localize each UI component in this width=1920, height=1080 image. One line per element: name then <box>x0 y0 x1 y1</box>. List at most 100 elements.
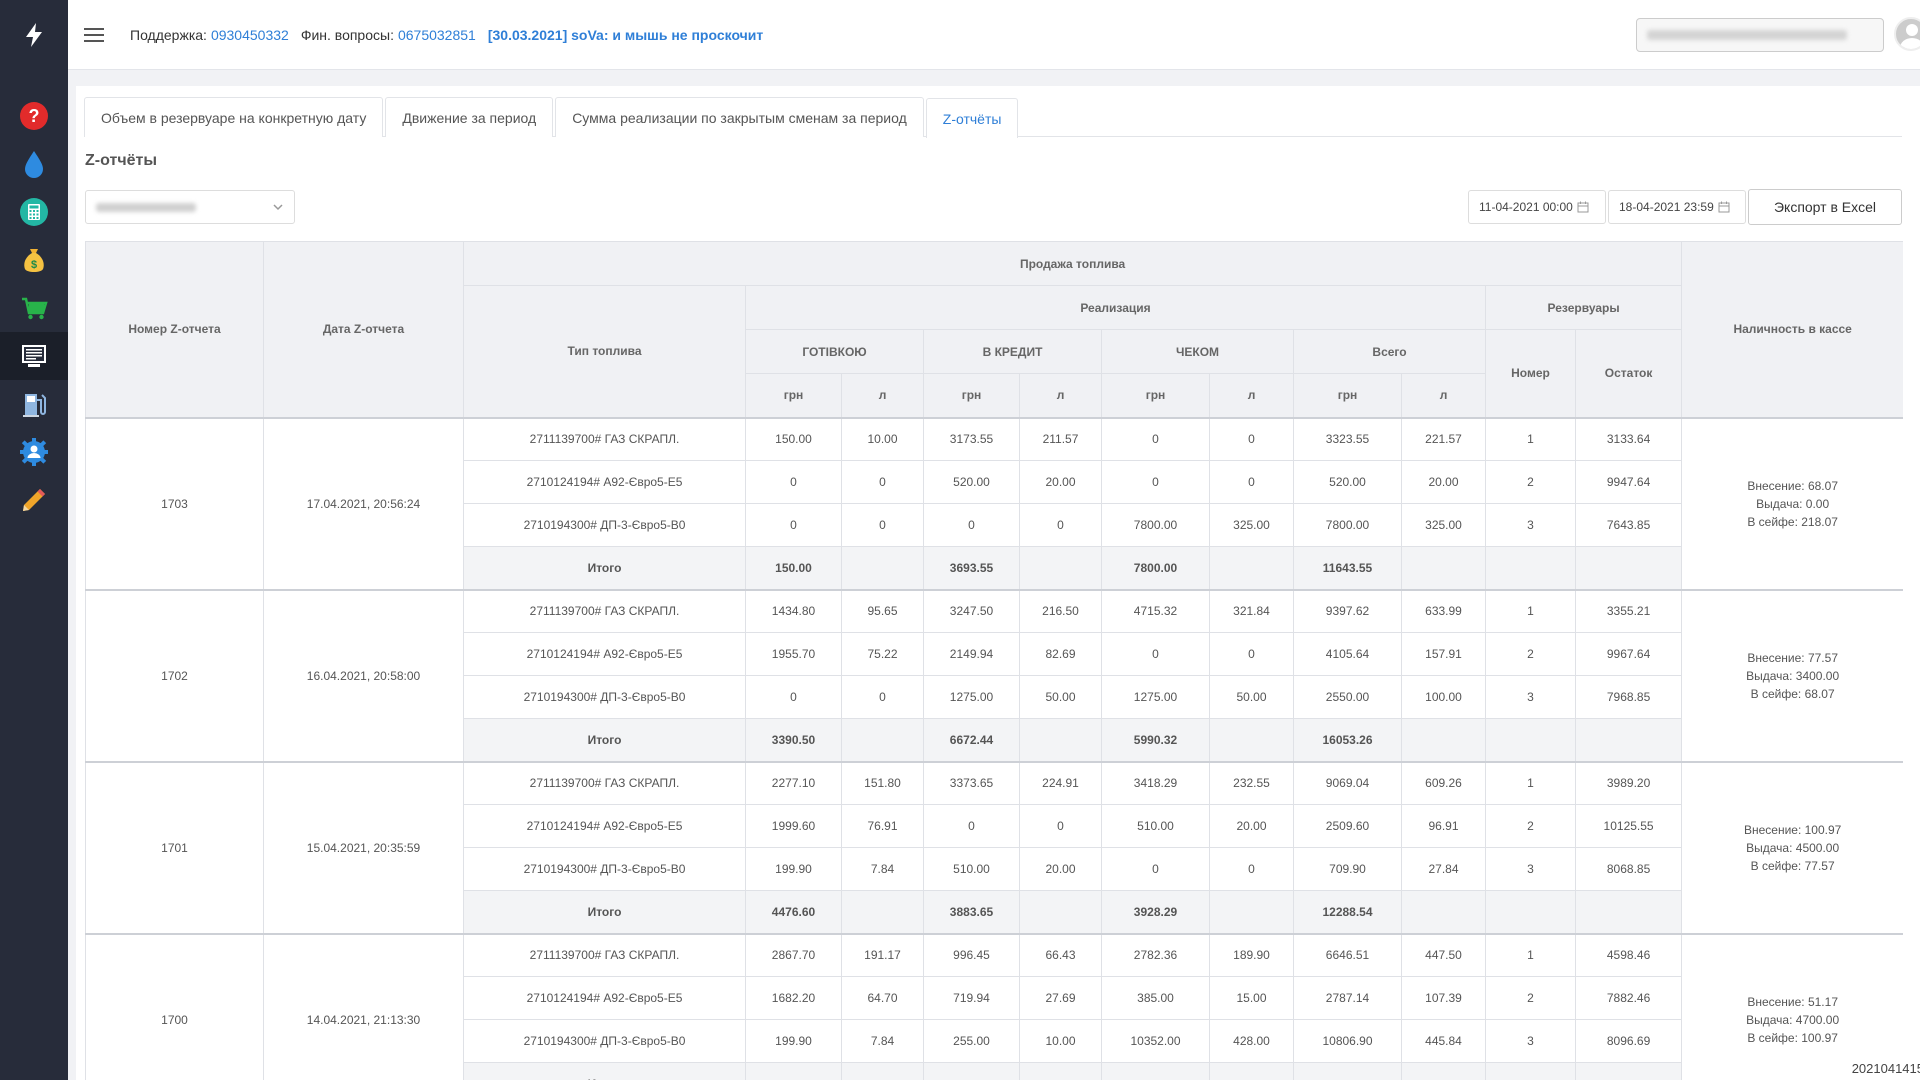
value-cell: 7.84 <box>841 1019 924 1063</box>
sidebar-item-calculator[interactable] <box>0 188 68 236</box>
value-cell: 50.00 <box>1209 675 1294 719</box>
user-settings-icon <box>20 438 48 466</box>
date-to-input[interactable]: 18-04-2021 23:59 <box>1608 190 1746 224</box>
total-value-cell <box>1209 718 1294 762</box>
table-row: 1700 14.04.2021, 21:13:30 2711139700# ГАЗ … <box>85 932 1903 1080</box>
header-total-liters: л <box>1401 373 1486 418</box>
fuel-type-cell: 2711139700# ГАЗ СКРАПЛ. <box>463 760 746 805</box>
tab-sales-sum[interactable]: Сумма реализации по закрытым сменам за п… <box>555 97 924 137</box>
station-select[interactable] <box>85 190 295 224</box>
support-phone-link[interactable]: 0930450332 <box>211 27 289 43</box>
drop-icon <box>25 151 43 178</box>
header-z-number[interactable]: Номер Z-отчета <box>85 241 264 418</box>
value-cell: 10.00 <box>841 416 924 461</box>
header-credit-uah: грн <box>923 373 1020 418</box>
svg-text:?: ? <box>29 106 40 126</box>
total-value-cell: 11643.55 <box>1293 546 1402 590</box>
cash-box-line: Внесение: 68.07 <box>1747 478 1838 493</box>
total-value-cell: 5990.32 <box>1101 718 1210 762</box>
menu-toggle-icon[interactable] <box>84 23 108 47</box>
sidebar-item-help[interactable]: ? <box>0 92 68 140</box>
value-cell: 7.84 <box>841 847 924 891</box>
total-label-cell: Итого <box>463 546 746 590</box>
sidebar-item-fuel[interactable] <box>0 140 68 188</box>
money-bag-icon: $ <box>24 249 44 272</box>
sidebar-item-cart[interactable] <box>0 284 68 332</box>
total-label-cell: Итого <box>463 718 746 762</box>
fuel-type-cell: 2710194300# ДП-3-Євро5-В0 <box>463 503 746 547</box>
value-cell: 2787.14 <box>1293 976 1402 1020</box>
header-tanks: Резервуары <box>1484 285 1683 330</box>
value-cell: 3989.20 <box>1574 760 1683 805</box>
app-logo[interactable] <box>0 0 68 70</box>
value-cell: 66.43 <box>1019 932 1102 977</box>
table-header: Номер Z-отчета Дата Z-отчета Продажа топ… <box>85 241 1903 418</box>
total-value-cell <box>1574 890 1683 934</box>
calculator-icon <box>20 198 48 226</box>
tab-tank-volume[interactable]: Объем в резервуаре на конкретную дату <box>84 97 384 137</box>
cash-box-line: Внесение: 77.57 <box>1747 650 1838 665</box>
total-value-cell: 6672.44 <box>923 718 1020 762</box>
value-cell: 221.57 <box>1401 416 1486 461</box>
value-cell: 0 <box>923 503 1020 547</box>
fuel-type-cell: 2711139700# ГАЗ СКРАПЛ. <box>463 416 746 461</box>
value-cell: 10125.55 <box>1574 804 1683 848</box>
value-cell: 1999.60 <box>745 804 842 848</box>
value-cell: 510.00 <box>1101 804 1210 848</box>
header-cash-uah: грн <box>745 373 842 418</box>
total-value-cell <box>841 718 924 762</box>
tab-z-reports[interactable]: Z-отчёты <box>925 98 1019 138</box>
total-value-cell <box>1019 718 1102 762</box>
fuel-station-icon <box>23 394 46 417</box>
total-value-cell <box>841 546 924 590</box>
header-total: Всего <box>1293 329 1486 374</box>
fuel-type-cell: 2710124194# А92-Євро5-Е5 <box>463 804 746 848</box>
sidebar-item-settings[interactable] <box>0 428 68 476</box>
value-cell: 191.17 <box>841 932 924 977</box>
total-value-cell <box>1209 1062 1294 1080</box>
tab-movement[interactable]: Движение за период <box>385 97 554 137</box>
report-tabs: Объем в резервуаре на конкретную дату Дв… <box>84 97 1902 138</box>
date-from-input[interactable]: 11-04-2021 00:00 <box>1468 190 1606 224</box>
value-cell: 3247.50 <box>923 588 1020 633</box>
company-selector[interactable] <box>1636 18 1884 52</box>
value-cell: 10.00 <box>1019 1019 1102 1063</box>
export-excel-button[interactable]: Экспорт в Excel <box>1748 189 1902 225</box>
total-value-cell: 12288.54 <box>1293 890 1402 934</box>
total-value-cell: 3928.29 <box>1101 890 1210 934</box>
value-cell: 7968.85 <box>1574 675 1683 719</box>
value-cell: 1434.80 <box>745 588 842 633</box>
value-cell: 3323.55 <box>1293 416 1402 461</box>
value-cell: 0 <box>1209 460 1294 504</box>
value-cell: 8096.69 <box>1574 1019 1683 1063</box>
header-tank-rest: Остаток <box>1574 329 1683 418</box>
value-cell: 520.00 <box>923 460 1020 504</box>
total-value-cell <box>923 1062 1020 1080</box>
sidebar-item-edit[interactable] <box>0 476 68 524</box>
header-z-date[interactable]: Дата Z-отчета <box>263 241 464 418</box>
fin-phone-link[interactable]: 0675032851 <box>398 27 476 43</box>
total-value-cell <box>1019 546 1102 590</box>
fuel-type-cell: 2710194300# ДП-3-Євро5-В0 <box>463 847 746 891</box>
value-cell: 8068.85 <box>1574 847 1683 891</box>
chevron-down-icon <box>273 204 283 211</box>
value-cell: 0 <box>1209 632 1294 676</box>
cash-box-line: Выдача: 4500.00 <box>1746 840 1840 855</box>
fuel-type-cell: 2711139700# ГАЗ СКРАПЛ. <box>463 588 746 633</box>
value-cell: 1 <box>1485 760 1576 805</box>
total-label-cell: Итого <box>463 1062 746 1080</box>
total-value-cell <box>1485 890 1576 934</box>
value-cell: 3 <box>1485 503 1576 547</box>
header-check: ЧЕКОМ <box>1101 329 1294 374</box>
user-avatar[interactable] <box>1894 17 1920 51</box>
z-date-cell: 16.04.2021, 20:58:00 <box>263 588 464 762</box>
value-cell: 2149.94 <box>923 632 1020 676</box>
total-value-cell <box>1401 546 1486 590</box>
cash-box-cell: Внесение: 77.57 Выдача: 3400.00 В сейфе: 6… <box>1681 588 1903 762</box>
sidebar-item-reports[interactable] <box>0 332 68 380</box>
total-value-cell: 4476.60 <box>745 890 842 934</box>
calendar-icon <box>1718 201 1730 213</box>
sidebar-item-money[interactable]: $ <box>0 236 68 284</box>
sidebar-item-stations[interactable] <box>0 380 68 428</box>
news-link[interactable]: [30.03.2021] soVa: и мышь не проскочит <box>488 27 763 43</box>
